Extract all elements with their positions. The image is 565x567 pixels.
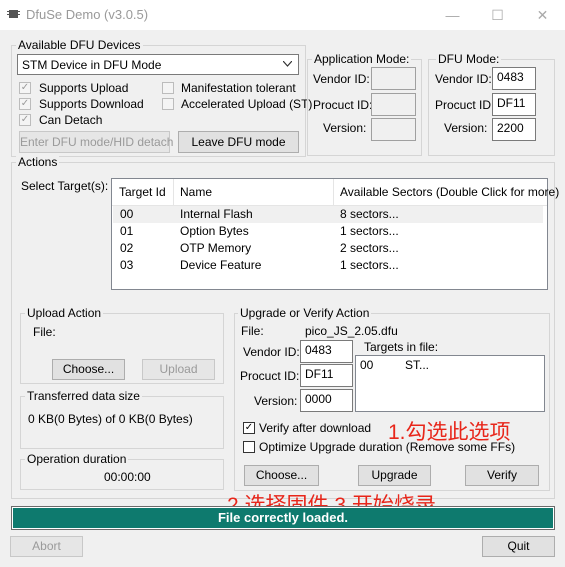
row-sectors: 1 sectors... [340,258,399,272]
maximize-button[interactable]: ☐ [475,0,520,30]
row-target-id: 01 [120,224,134,238]
column-sectors[interactable]: Available Sectors (Double Click for more… [334,179,559,205]
manifestation-tolerant-checkbox[interactable] [162,82,174,94]
table-row[interactable]: 02 OTP Memory 2 sectors... [113,240,543,257]
select-targets-label: Select Target(s): [21,179,109,193]
file-target-id: 00 [360,358,374,372]
progress-text: File correctly loaded. [217,510,349,525]
can-detach-checkbox[interactable]: ✓ [19,114,31,126]
upload-button[interactable]: Upload [142,359,215,380]
device-select[interactable]: STM Device in DFU Mode [17,54,299,75]
app-vendor-label: Vendor ID: [313,72,370,86]
device-select-value: STM Device in DFU Mode [22,58,162,72]
targets-list-header: Target Id Name Available Sectors (Double… [112,179,559,206]
targets-list[interactable]: Target Id Name Available Sectors (Double… [111,178,559,290]
row-sectors: 2 sectors... [340,241,399,255]
progress-bar: File correctly loaded. [11,506,555,530]
verify-after-download-label: Verify after download [259,421,372,435]
app-version-label: Version: [323,121,367,135]
dfu-vendor-label: Vendor ID: [435,72,492,86]
table-row[interactable]: 03 Device Feature 1 sectors... [113,257,543,274]
transferred-label: Transferred data size [25,389,142,403]
row-target-id: 03 [120,258,134,272]
app-version-field [371,118,416,141]
upgrade-product-label: Procuct ID: [240,369,300,383]
upgrade-vendor-label: Vendor ID: [243,345,300,359]
duration-label: Operation duration [25,452,129,466]
dfu-version-field: 2200 [492,118,536,141]
duration-value: 00:00:00 [104,470,151,484]
supports-download-label: Supports Download [39,97,144,111]
dfu-product-label: Procuct ID: [435,98,495,112]
upgrade-choose-button[interactable]: Choose... [244,465,319,486]
upgrade-action-label: Upgrade or Verify Action [238,306,372,320]
title-bar: DfuSe Demo (v3.0.5) — ☐ ✕ [0,0,565,30]
can-detach-label: Can Detach [39,113,103,127]
optimize-upgrade-checkbox[interactable] [243,441,255,453]
targets-in-file-label: Targets in file: [364,340,439,354]
table-row[interactable]: 00 Internal Flash 8 sectors... [113,206,543,223]
quit-button[interactable]: Quit [482,536,555,557]
accelerated-upload-label: Accelerated Upload (ST) [181,97,313,111]
app-mode-label: Application Mode: [312,52,412,66]
actions-label: Actions [16,155,60,169]
verify-after-download-checkbox[interactable]: ✓ [243,422,255,434]
targets-in-file-list[interactable]: 00 ST... [355,355,545,412]
row-target-id: 00 [120,207,134,221]
app-product-field [371,93,416,116]
leave-dfu-button[interactable]: Leave DFU mode [178,131,299,153]
dfu-version-label: Version: [444,121,488,135]
column-target-id[interactable]: Target Id [113,179,174,205]
upgrade-version-field: 0000 [300,389,353,412]
file-target-name: ST... [405,358,430,372]
column-name[interactable]: Name [174,179,334,205]
chevron-down-icon [283,61,292,67]
upgrade-file-label: File: [241,324,264,338]
row-name: Option Bytes [180,224,249,238]
window-title: DfuSe Demo (v3.0.5) [26,7,149,22]
row-name: Device Feature [180,258,262,272]
row-target-id: 02 [120,241,134,255]
chip-icon [7,10,20,18]
dfu-product-field: DF11 [492,93,536,116]
minimize-button[interactable]: — [430,0,475,30]
upgrade-file-value: pico_JS_2.05.dfu [305,324,398,338]
accelerated-upload-checkbox[interactable] [162,98,174,110]
verify-button[interactable]: Verify [465,465,539,486]
upload-action-label: Upload Action [25,306,104,320]
abort-button[interactable]: Abort [10,536,83,557]
devices-group-label: Available DFU Devices [16,38,143,52]
app-product-label: Procuct ID: [313,98,373,112]
supports-download-checkbox[interactable]: ✓ [19,98,31,110]
close-button[interactable]: ✕ [520,0,565,30]
row-name: OTP Memory [180,241,252,255]
row-sectors: 1 sectors... [340,224,399,238]
supports-upload-label: Supports Upload [39,81,129,95]
annotation-step1: 1.勾选此选项 [388,421,511,444]
upgrade-button[interactable]: Upgrade [358,465,431,486]
table-row[interactable]: 01 Option Bytes 1 sectors... [113,223,543,240]
dfu-mode-label: DFU Mode: [436,52,502,66]
transferred-value: 0 KB(0 Bytes) of 0 KB(0 Bytes) [28,412,193,426]
manifestation-tolerant-label: Manifestation tolerant [181,81,296,95]
upload-choose-button[interactable]: Choose... [52,359,125,380]
dfu-vendor-field: 0483 [492,67,536,90]
row-sectors: 8 sectors... [340,207,399,221]
upgrade-version-label: Version: [254,394,298,408]
app-vendor-field [371,67,416,90]
supports-upload-checkbox[interactable]: ✓ [19,82,31,94]
upgrade-product-field: DF11 [300,364,353,387]
enter-dfu-button[interactable]: Enter DFU mode/HID detach [19,131,173,153]
upgrade-vendor-field: 0483 [300,340,353,363]
upload-file-label: File: [33,325,56,339]
row-name: Internal Flash [180,207,253,221]
